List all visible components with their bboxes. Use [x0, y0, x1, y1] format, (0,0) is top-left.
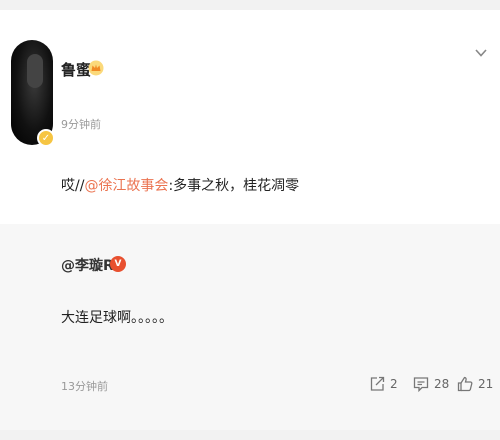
- post-text-prefix: 哎//: [61, 178, 85, 194]
- share-button[interactable]: 2: [368, 374, 398, 394]
- share-icon: [370, 376, 385, 391]
- like-count: 21: [478, 377, 494, 391]
- comment-icon: [413, 377, 429, 393]
- repost-time[interactable]: 13分钟前: [61, 378, 108, 394]
- mention-link[interactable]: @徐江故事会: [84, 178, 168, 194]
- verified-badge-icon: V: [110, 256, 126, 272]
- like-button[interactable]: 21: [456, 374, 493, 394]
- username[interactable]: 鲁蜜: [61, 59, 91, 80]
- repost-text: 大连足球啊。。。。。: [61, 310, 173, 326]
- post-text-suffix: :多事之秋，桂花凋零: [168, 178, 300, 194]
- reposted-content[interactable]: @李璇R9 V 大连足球啊。。。。。 13分钟前 2 28 21: [0, 224, 500, 430]
- comment-count: 28: [434, 377, 450, 391]
- weibo-card: ✓ 鲁蜜 9分钟前 哎//@徐江故事会:多事之秋，桂花凋零 @李璇R9 V 大连…: [0, 10, 500, 430]
- comment-button[interactable]: 28: [412, 374, 449, 394]
- post-time[interactable]: 9分钟前: [61, 116, 101, 132]
- avatar[interactable]: ✓: [11, 40, 55, 153]
- chevron-down-icon[interactable]: [474, 46, 488, 60]
- share-count: 2: [390, 377, 398, 391]
- thumbs-up-icon: [457, 376, 473, 392]
- original-post: ✓ 鲁蜜 9分钟前 哎//@徐江故事会:多事之秋，桂花凋零: [0, 10, 500, 220]
- crown-icon: [88, 60, 104, 76]
- post-text: 哎//@徐江故事会:多事之秋，桂花凋零: [61, 175, 299, 195]
- verified-icon: ✓: [37, 129, 55, 147]
